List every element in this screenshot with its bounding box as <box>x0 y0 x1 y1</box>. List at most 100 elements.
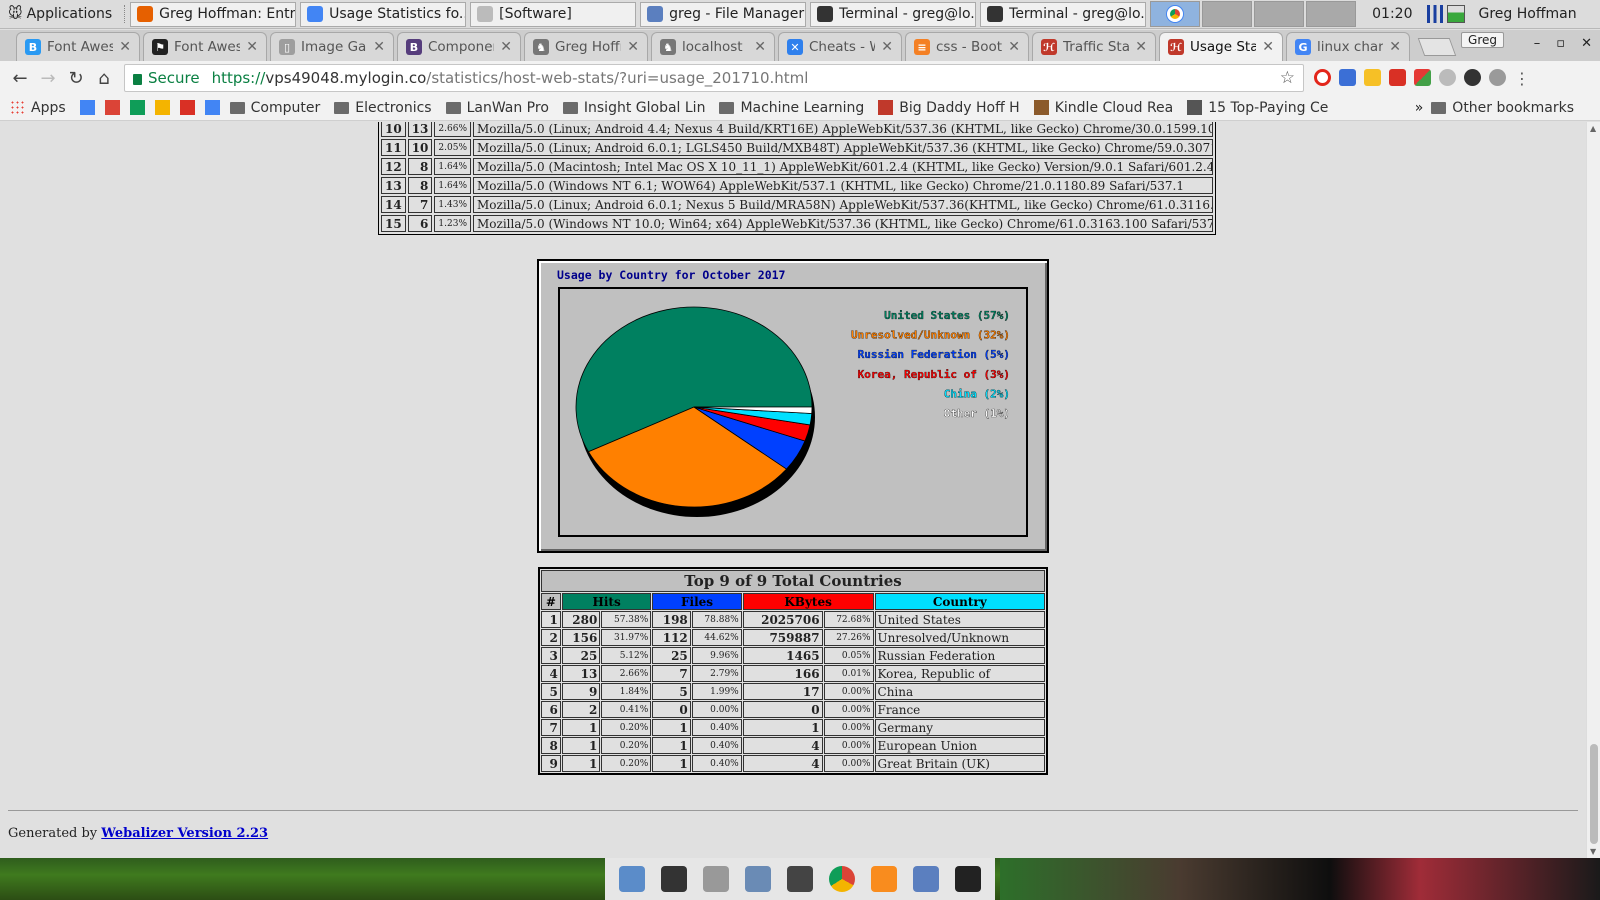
terminal-icon[interactable] <box>661 866 687 892</box>
taskbar-window[interactable]: [Software] <box>470 1 637 27</box>
network-graph-icon[interactable] <box>1426 5 1443 23</box>
browser-tab[interactable]: ℋ Traffic Sta ✕ <box>1032 32 1156 61</box>
bookmark-item[interactable]: LanWan Pro <box>445 100 549 116</box>
bookmark-item[interactable] <box>154 100 170 115</box>
bookmark-item[interactable]: Electronics <box>334 100 432 116</box>
secure-indicator[interactable]: Secure <box>133 69 200 87</box>
browser-tab[interactable]: Glinux char ✕ <box>1286 32 1410 61</box>
bookmark-item[interactable]: Machine Learning <box>719 100 864 116</box>
bookmark-star-icon[interactable]: ☆ <box>1280 68 1295 88</box>
home-icon[interactable]: ⌂ <box>90 64 118 92</box>
incognito-icon[interactable] <box>1464 68 1481 86</box>
webalizer-link[interactable]: Webalizer Version 2.23 <box>101 826 268 841</box>
tab-close-icon[interactable]: ✕ <box>881 39 893 55</box>
tab-close-icon[interactable]: ✕ <box>373 39 385 55</box>
new-tab-button[interactable] <box>1417 38 1457 56</box>
taskbar-window[interactable]: Terminal - greg@lo... <box>980 1 1147 27</box>
browser-tab[interactable]: B Font Awes ✕ <box>16 32 140 61</box>
chevron-double-right-icon[interactable]: » <box>1415 100 1424 116</box>
bookmark-red-icon[interactable] <box>1389 68 1406 86</box>
keep-icon[interactable] <box>1364 68 1381 86</box>
page-scrollbar[interactable]: ▲ ▼ <box>1586 122 1600 858</box>
pie-chart-title: Usage by Country for October 2017 <box>557 268 786 282</box>
agent-rank: 10 <box>381 122 406 137</box>
footer-divider <box>8 810 1578 811</box>
chrome-icon[interactable] <box>829 866 855 892</box>
bookmark-item[interactable]: Computer <box>229 100 320 116</box>
applications-menu[interactable]: 🐭 Applications <box>0 0 120 28</box>
extension-multicolor-icon[interactable] <box>1414 68 1431 86</box>
address-bar[interactable]: Secure https://vps49048.mylogin.co/stati… <box>124 64 1304 92</box>
reload-icon[interactable]: ↻ <box>62 64 90 92</box>
profile-button[interactable]: Greg <box>1461 32 1504 48</box>
clock[interactable]: 01:20 <box>1372 6 1412 22</box>
tab-close-icon[interactable]: ✕ <box>1389 39 1401 55</box>
volume-icon[interactable] <box>955 866 981 892</box>
browser-tab[interactable]: ✕ Cheats - W ✕ <box>778 32 902 61</box>
maximize-icon[interactable]: ▫ <box>1556 36 1565 51</box>
bookmark-item[interactable]: Apps <box>10 100 66 116</box>
archive-icon[interactable] <box>703 866 729 892</box>
browser-tab[interactable]: B Componen ✕ <box>397 32 521 61</box>
battery-icon[interactable] <box>1446 5 1465 23</box>
country-row: 7 1 0.20% 1 0.40% 1 0.00% Germany <box>541 719 1045 736</box>
browser-tab[interactable]: ▯ Image Gal ✕ <box>270 32 394 61</box>
finder-icon[interactable] <box>619 866 645 892</box>
taskbar-window[interactable]: Usage Statistics fo... <box>300 1 467 27</box>
workspace-3[interactable] <box>1254 1 1305 27</box>
sync-icon[interactable] <box>1489 68 1506 86</box>
tab-list: B Font Awes ✕ ⚑ Font Awes ✕ ▯ Image Gal ✕ B Compon… <box>16 32 1413 61</box>
apps-icon <box>10 100 25 115</box>
workspace-1[interactable] <box>1150 1 1201 27</box>
bookmark-item[interactable] <box>104 100 120 115</box>
tab-close-icon[interactable]: ✕ <box>754 39 766 55</box>
tab-close-icon[interactable]: ✕ <box>246 39 258 55</box>
browser-tab[interactable]: ≡ css - Boot ✕ <box>905 32 1029 61</box>
scrollbar-thumb[interactable] <box>1590 744 1598 844</box>
folder-icon <box>647 6 664 22</box>
tab-close-icon[interactable]: ✕ <box>627 39 639 55</box>
back-icon[interactable]: ← <box>6 64 34 92</box>
opera-icon[interactable] <box>1314 68 1331 86</box>
browser-tab[interactable]: ⚑ Font Awes ✕ <box>143 32 267 61</box>
taskbar-window[interactable]: Terminal - greg@lo... <box>810 1 977 27</box>
country-files: 5 <box>652 683 691 700</box>
bookmark-item[interactable]: Big Daddy Hoff H <box>878 100 1020 116</box>
search-icon[interactable] <box>787 866 813 892</box>
chrome-menu-icon[interactable]: ⋮ <box>1514 69 1530 88</box>
browser-tab[interactable]: ♞ localhost ✕ <box>651 32 775 61</box>
tab-close-icon[interactable]: ✕ <box>500 39 512 55</box>
folder-icon[interactable] <box>913 866 939 892</box>
bookmark-item[interactable]: Kindle Cloud Rea <box>1033 100 1173 116</box>
scroll-up-icon[interactable]: ▲ <box>1590 124 1596 133</box>
tab-close-icon[interactable]: ✕ <box>1262 39 1274 55</box>
network-icon[interactable] <box>745 866 771 892</box>
other-bookmarks[interactable]: Other bookmarks <box>1431 100 1574 116</box>
agent-hits: 8 <box>407 177 433 194</box>
tab-close-icon[interactable]: ✕ <box>1008 39 1020 55</box>
tab-close-icon[interactable]: ✕ <box>1135 39 1147 55</box>
scroll-down-icon[interactable]: ▼ <box>1590 847 1596 856</box>
taskbar-window[interactable]: greg - File Manager <box>640 1 807 27</box>
bookmark-item[interactable]: 15 Top-Paying Ce <box>1187 100 1328 116</box>
browser-tab[interactable]: ♞ Greg Hoffr ✕ <box>524 32 648 61</box>
tab-favicon-icon: G <box>1295 39 1311 55</box>
workspace-2[interactable] <box>1202 1 1253 27</box>
workspace-4[interactable] <box>1306 1 1357 27</box>
bookmark-item[interactable] <box>129 100 145 115</box>
taskbar-window[interactable]: Greg Hoffman: Entr... <box>130 1 297 27</box>
minimize-icon[interactable]: – <box>1534 36 1541 51</box>
extension-blue-icon[interactable] <box>1339 68 1356 86</box>
browser-tab[interactable]: ℋ Usage Sta ✕ <box>1159 32 1283 61</box>
tab-close-icon[interactable]: ✕ <box>119 39 131 55</box>
bookmark-item[interactable] <box>79 100 95 115</box>
close-icon[interactable]: ✕ <box>1581 36 1592 51</box>
bookmark-item[interactable] <box>204 100 220 115</box>
bookmark-item[interactable] <box>179 100 195 115</box>
panel-separator <box>124 5 126 23</box>
forward-icon[interactable]: → <box>34 64 62 92</box>
sublime-icon[interactable] <box>871 866 897 892</box>
gear-icon[interactable] <box>1439 68 1456 86</box>
user-menu[interactable]: Greg Hoffman <box>1479 6 1577 22</box>
bookmark-item[interactable]: Insight Global Lin <box>562 100 705 116</box>
